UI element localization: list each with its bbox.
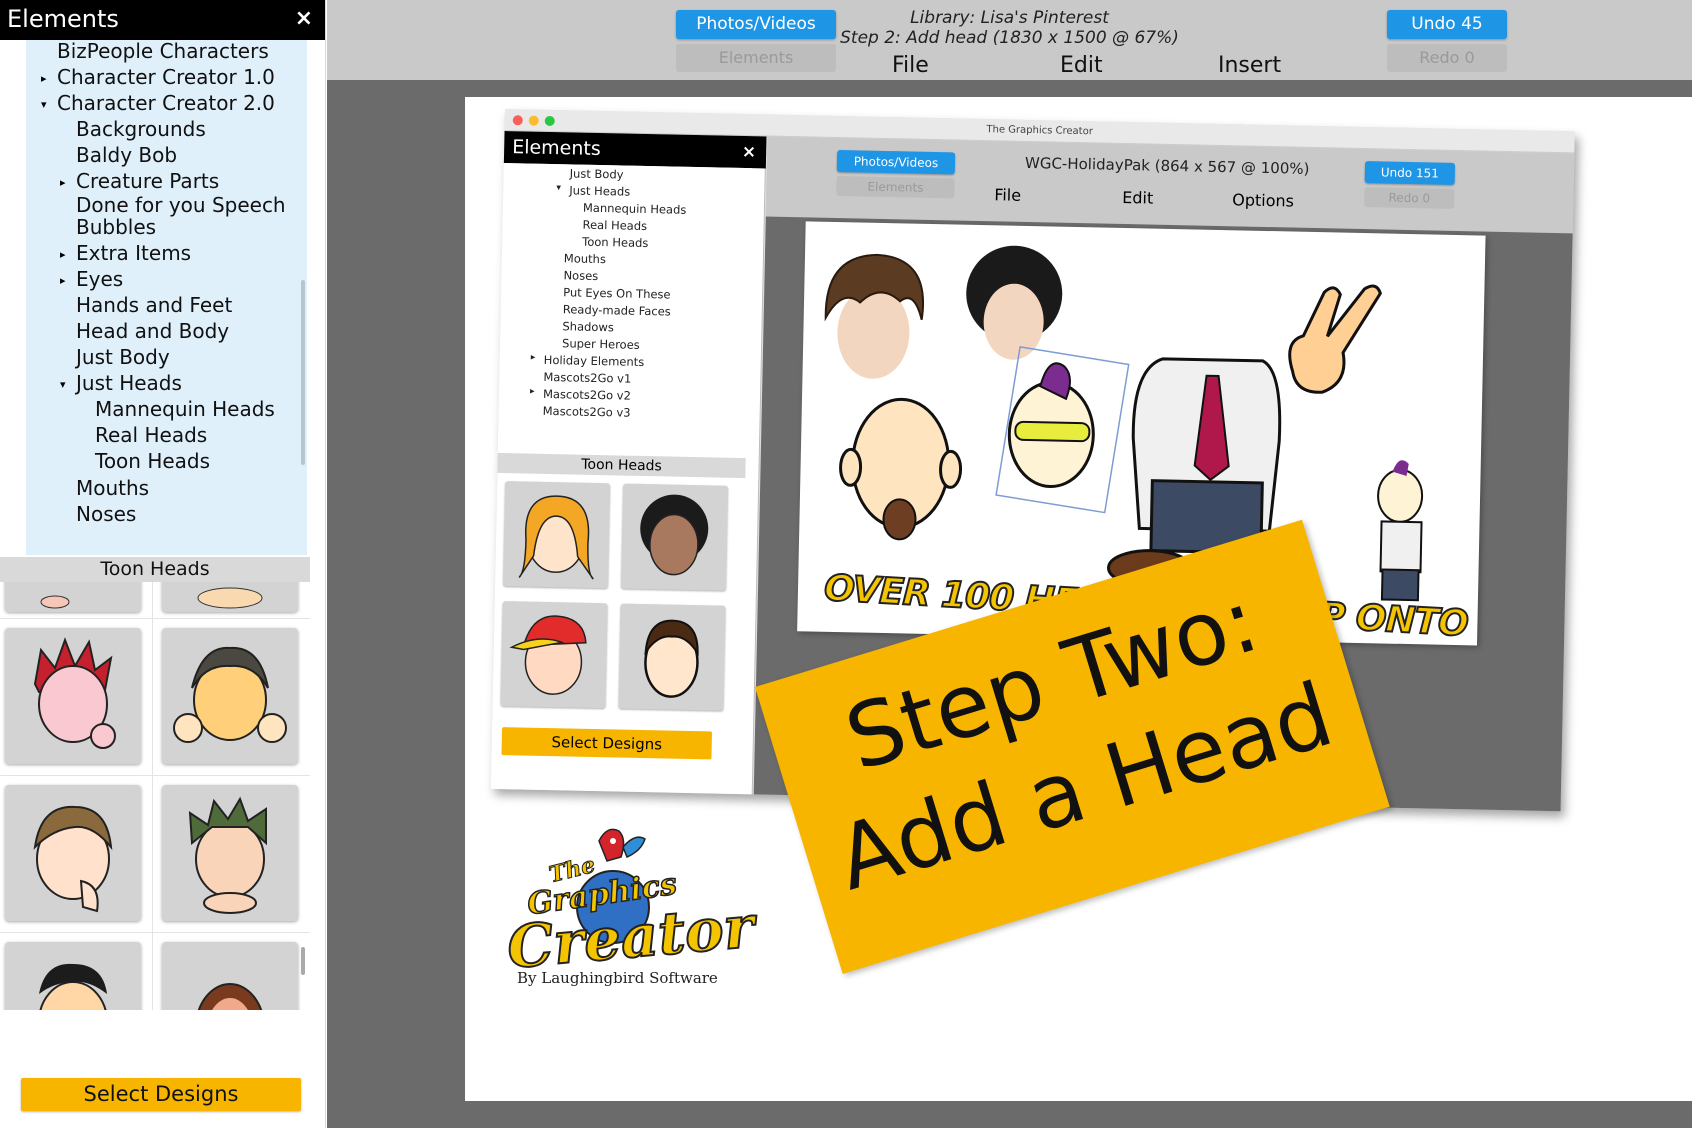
triangle-down-icon[interactable]: ▾ [41,92,47,118]
triangle-right-icon[interactable]: ▸ [41,66,47,92]
tree-item[interactable]: Eyes [76,266,123,292]
embedded-doc-title: WGC-HolidayPak (864 x 567 @ 100%) [1024,153,1310,178]
embedded-tree-item: Holiday Elements [543,352,645,369]
toon-head-thumbnail[interactable] [5,582,141,612]
tree-item[interactable]: Character Creator 1.0 [57,64,275,90]
triangle-down-icon: ▾ [556,183,561,194]
thumbnail-scrollbar[interactable] [301,947,305,975]
embedded-redo-button: Redo 0 [1364,187,1455,209]
embedded-tree-item: Super Heroes [561,336,640,352]
thumbnail-grid [0,582,310,1010]
embedded-tree-item: Mannequin Heads [582,200,687,217]
embedded-tree-item: Ready-made Faces [562,302,671,319]
undo-button[interactable]: Undo 45 [1387,10,1507,39]
tree-item[interactable]: Mouths [76,475,149,501]
embedded-category-tree: Just Body ▾ Just Heads Mannequin Heads Real … [497,162,752,459]
tree-item[interactable]: Character Creator 2.0 [57,90,275,116]
elements-panel-header: Elements × [0,0,325,40]
toon-head-thumbnail[interactable] [162,582,298,612]
embedded-tree-item: Shadows [562,319,614,335]
embedded-tree-item: Mascots2Go v1 [543,369,632,386]
tree-item[interactable]: Mannequin Heads [95,396,275,422]
tree-item[interactable]: Real Heads [95,422,207,448]
tree-item[interactable]: Noses [76,501,136,527]
embedded-tree-item: Just Heads [569,183,631,199]
toon-head-thumbnail[interactable] [162,942,298,1010]
logo-subtitle: By Laughingbird Software [517,969,718,987]
triangle-right-icon[interactable]: ▸ [60,170,66,196]
toon-head-thumbnail [618,603,726,711]
triangle-right-icon[interactable]: ▸ [60,242,66,268]
embedded-elements-button: Elements [836,175,955,199]
close-icon: × [741,141,757,163]
toon-head-thumbnail[interactable] [162,628,298,764]
menu-file[interactable]: File [892,53,929,78]
embedded-tree-item: Just Body [569,166,624,182]
tree-item[interactable]: Extra Items [76,240,191,266]
triangle-right-icon: ▸ [530,352,536,363]
embedded-tree-item: Put Eyes On These [563,285,671,302]
toon-head-thumbnail [503,481,611,589]
embedded-menu-file: File [994,185,1022,205]
triangle-down-icon[interactable]: ▾ [60,372,66,398]
elements-panel-title: Elements [7,5,119,33]
embedded-tree-item: Toon Heads [582,234,649,251]
tree-item[interactable]: Hands and Feet [76,292,232,318]
embedded-tree-item: Mouths [563,251,607,267]
menu-edit[interactable]: Edit [1060,53,1103,78]
tree-item[interactable]: Baldy Bob [76,142,177,168]
thumbnail-section-header: Toon Heads [0,557,310,582]
tree-item[interactable]: Backgrounds [76,116,206,142]
embedded-tree-item: Noses [563,268,599,283]
grid-divider [0,775,310,776]
close-icon[interactable]: × [295,6,313,31]
tree-item[interactable]: Head and Body [76,318,229,344]
grid-divider [0,932,310,933]
embedded-tree-item: Mascots2Go v2 [542,386,632,403]
embedded-tree-item: Mascots2Go v3 [542,403,631,420]
toon-head-thumbnail[interactable] [162,785,298,921]
design-canvas[interactable]: The Graphics Creator Elements × Just Bod… [465,97,1692,1101]
tree-item[interactable]: Just Body [76,344,170,370]
toon-head-thumbnail [500,601,608,709]
elements-button[interactable]: Elements [676,44,836,72]
tree-item[interactable]: Creature Parts [76,168,219,194]
embedded-undo-button: Undo 151 [1364,161,1456,185]
grid-divider [0,618,310,619]
tree-scrollbar[interactable] [301,280,305,465]
select-designs-button[interactable]: Select Designs [21,1078,301,1111]
triangle-right-icon[interactable]: ▸ [60,268,66,294]
triangle-right-icon: ▸ [529,386,535,397]
toon-head-thumbnail[interactable] [5,785,141,921]
tree-item[interactable]: BizPeople Characters [57,40,269,64]
graphics-creator-logo: The Graphics Creator By Laughingbird Sof… [495,817,758,997]
main-toolbar: Photos/Videos Elements Library: Lisa's P… [327,0,1692,80]
elements-panel: Elements × BizPeople Characters ▸ Characte… [0,0,326,1128]
embedded-menu-options: Options [1232,190,1295,211]
toon-head-thumbnail [620,483,729,591]
redo-button[interactable]: Redo 0 [1387,44,1507,72]
embedded-thumbnail-header: Toon Heads [497,452,746,479]
category-tree: BizPeople Characters ▸ Character Creator 1… [26,40,307,555]
embedded-panel-title: Elements [511,136,601,161]
embedded-elements-panel: Elements × Just Body ▾ Just Heads Mannequin… [490,130,767,795]
toon-head-thumbnail[interactable] [5,628,141,764]
tree-item[interactable]: Done for you Speech Bubbles [76,194,296,242]
embedded-tree-item: Real Heads [582,217,648,233]
toon-head-thumbnail[interactable] [5,942,141,1010]
embedded-photos-videos-button: Photos/Videos [836,149,956,175]
menu-insert[interactable]: Insert [1218,53,1281,78]
grid-divider [152,582,153,1010]
tree-item[interactable]: Toon Heads [95,448,210,474]
tree-item[interactable]: Just Heads [76,370,182,396]
embedded-menu-edit: Edit [1122,187,1154,208]
embedded-select-designs-button: Select Designs [501,727,713,760]
